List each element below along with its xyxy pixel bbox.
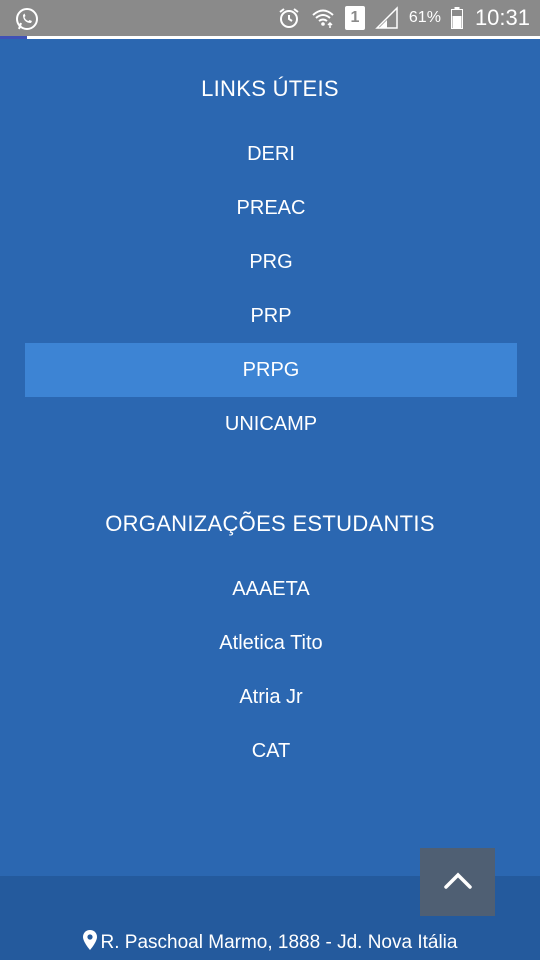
- clock-time: 10:31: [474, 5, 530, 30]
- link-item-unicamp[interactable]: UNICAMP: [25, 397, 517, 451]
- orgs-section-title: ORGANIZAÇÕES ESTUDANTIS: [105, 511, 435, 536]
- org-item-aaaeta[interactable]: AAAETA: [25, 562, 517, 616]
- orgs-list: AAAETA Atletica Tito Atria Jr CAT: [25, 562, 517, 778]
- back-to-top-button[interactable]: [420, 848, 495, 916]
- status-bar: 1 61% 10:31: [0, 0, 540, 36]
- wifi-icon: [311, 6, 335, 30]
- battery-icon: [450, 7, 463, 29]
- org-item-atletica-tito[interactable]: Atletica Tito: [25, 616, 517, 670]
- page-load-progress-fill: [0, 36, 27, 39]
- org-item-atria-jr[interactable]: Atria Jr: [25, 670, 517, 724]
- sim-card-icon: 1: [344, 6, 365, 30]
- link-item-prpg[interactable]: PRPG: [25, 343, 517, 397]
- alarm-icon: [277, 6, 301, 30]
- links-list: DERI PREAC PRG PRP PRPG UNICAMP: [25, 127, 517, 451]
- page-load-progress: [0, 36, 540, 39]
- battery-percentage: 61%: [408, 9, 441, 26]
- link-item-prp[interactable]: PRP: [25, 289, 517, 343]
- footer-address: R. Paschoal Marmo, 1888 - Jd. Nova Itáli…: [0, 930, 540, 956]
- org-item-cat[interactable]: CAT: [25, 724, 517, 778]
- links-section-title: LINKS ÚTEIS: [201, 76, 339, 101]
- link-item-preac[interactable]: PREAC: [25, 181, 517, 235]
- chevron-up-icon: [443, 870, 473, 895]
- map-pin-icon: [82, 930, 97, 956]
- link-item-prg[interactable]: PRG: [25, 235, 517, 289]
- whatsapp-icon: [14, 6, 40, 32]
- signal-icon: [375, 6, 399, 30]
- link-item-deri[interactable]: DERI: [25, 127, 517, 181]
- address-text: R. Paschoal Marmo, 1888 - Jd. Nova Itáli…: [100, 932, 458, 953]
